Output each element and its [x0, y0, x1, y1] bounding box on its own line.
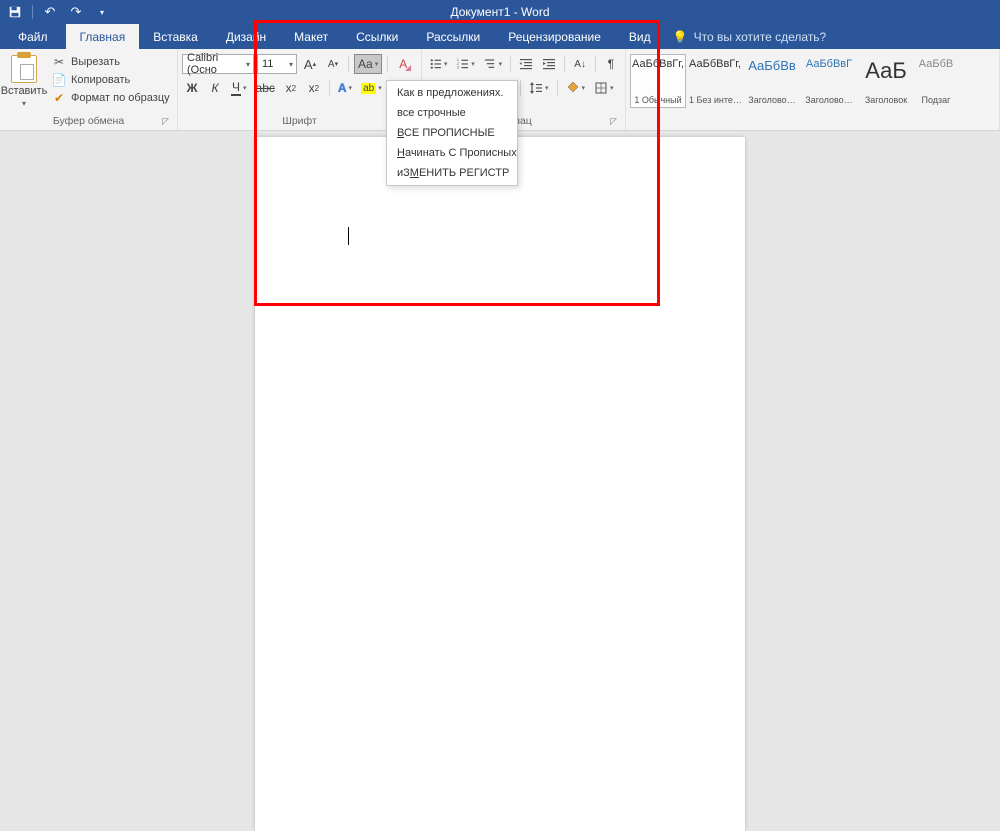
dialog-launcher-icon[interactable]: ◸ — [610, 116, 617, 127]
line-spacing-button[interactable] — [526, 78, 552, 98]
save-icon[interactable] — [6, 3, 24, 21]
style-heading2[interactable]: АаБбВвГЗаголово… — [801, 54, 857, 108]
group-label-styles — [630, 125, 995, 130]
tab-home[interactable]: Главная — [66, 24, 140, 49]
grow-font-button[interactable]: A▴ — [300, 54, 320, 74]
separator — [510, 56, 511, 72]
copy-button[interactable]: 📄 Копировать — [48, 72, 174, 88]
paste-label: Вставить — [1, 85, 48, 97]
copy-icon: 📄 — [52, 73, 66, 87]
separator — [387, 56, 388, 72]
separator — [595, 56, 596, 72]
style-no-spacing[interactable]: АаБбВвГг,1 Без инте… — [687, 54, 743, 108]
menu-sentence-case[interactable]: Как в предложениях. — [387, 83, 517, 103]
paste-icon — [11, 55, 37, 83]
cut-label: Вырезать — [71, 56, 120, 68]
font-name-combo[interactable]: Calibri (Осно — [182, 54, 254, 74]
group-clipboard: Вставить ▾ ✂ Вырезать 📄 Копировать ✔ Формат… — [0, 49, 178, 130]
increase-indent-button[interactable] — [539, 54, 559, 74]
copy-label: Копировать — [71, 74, 130, 86]
undo-icon[interactable]: ↶ — [41, 3, 59, 21]
menu-lowercase[interactable]: все строчные — [387, 103, 517, 123]
change-case-button[interactable]: Aa — [354, 54, 382, 74]
cut-button[interactable]: ✂ Вырезать — [48, 54, 174, 70]
redo-icon[interactable]: ↷ — [67, 3, 85, 21]
decrease-indent-button[interactable] — [516, 54, 536, 74]
strikethrough-button[interactable]: abc — [253, 78, 278, 98]
show-marks-button[interactable]: ¶ — [601, 54, 621, 74]
dialog-launcher-icon[interactable]: ◸ — [162, 116, 169, 127]
style-heading1[interactable]: АаБбВвЗаголово… — [744, 54, 800, 108]
separator — [32, 5, 33, 19]
text-cursor — [348, 227, 349, 245]
separator — [329, 80, 330, 96]
style-subtitle[interactable]: АаБбВПодзаг — [915, 54, 957, 108]
format-painter-button[interactable]: ✔ Формат по образцу — [48, 90, 174, 106]
tell-me[interactable]: 💡 Что вы хотите сделать? — [665, 24, 827, 49]
text-effects-button[interactable]: A — [335, 78, 355, 98]
format-painter-label: Формат по образцу — [71, 92, 170, 104]
separator — [564, 56, 565, 72]
separator — [520, 80, 521, 96]
document-area — [0, 131, 1000, 831]
tab-view[interactable]: Вид — [615, 24, 665, 49]
multilevel-list-button[interactable] — [481, 54, 505, 74]
tab-file[interactable]: Файл — [0, 24, 66, 49]
sort-button[interactable]: A↓ — [570, 54, 590, 74]
separator — [557, 80, 558, 96]
group-styles: АаБбВвГг,1 Обычный АаБбВвГг,1 Без инте… … — [626, 49, 1000, 130]
underline-button[interactable]: Ч — [228, 78, 250, 98]
bulb-icon: 💡 — [673, 30, 688, 44]
styles-gallery: АаБбВвГг,1 Обычный АаБбВвГг,1 Без инте… … — [630, 51, 995, 108]
chevron-down-icon: ▾ — [22, 99, 26, 108]
change-case-menu: Как в предложениях. все строчные ВСЕ ПРО… — [386, 80, 518, 186]
brush-icon: ✔ — [52, 91, 66, 105]
ribbon-tabs: Файл Главная Вставка Дизайн Макет Ссылки… — [0, 24, 1000, 49]
group-label-font: Шрифт◸ — [182, 113, 417, 130]
tell-me-text: Что вы хотите сделать? — [694, 30, 827, 44]
subscript-button[interactable]: x2 — [281, 78, 301, 98]
numbering-button[interactable]: 123 — [453, 54, 477, 74]
separator — [348, 56, 349, 72]
style-normal[interactable]: АаБбВвГг,1 Обычный — [630, 54, 686, 108]
quick-access-toolbar: ↶ ↷ ▾ — [0, 3, 117, 21]
bold-button[interactable]: Ж — [182, 78, 202, 98]
clear-formatting-button[interactable]: A◢ — [393, 54, 413, 74]
page[interactable] — [255, 137, 745, 831]
menu-toggle-case[interactable]: иЗМЕНИТЬ РЕГИСТР — [387, 163, 517, 183]
tab-references[interactable]: Ссылки — [342, 24, 412, 49]
svg-text:3: 3 — [457, 66, 459, 70]
qat-dropdown-icon[interactable]: ▾ — [93, 3, 111, 21]
tab-design[interactable]: Дизайн — [212, 24, 280, 49]
italic-button[interactable]: К — [205, 78, 225, 98]
window-title: Документ1 - Word — [0, 5, 1000, 19]
tab-review[interactable]: Рецензирование — [494, 24, 615, 49]
menu-uppercase[interactable]: ВСЕ ПРОПИСНЫЕ — [387, 123, 517, 143]
borders-button[interactable] — [591, 78, 617, 98]
scissors-icon: ✂ — [52, 55, 66, 69]
tab-mailings[interactable]: Рассылки — [412, 24, 494, 49]
menu-capitalize-each[interactable]: Начинать С Прописных — [387, 143, 517, 163]
title-bar: ↶ ↷ ▾ Документ1 - Word — [0, 0, 1000, 24]
paste-button[interactable]: Вставить ▾ — [4, 51, 44, 108]
font-size-combo[interactable]: 11 — [257, 54, 297, 74]
shading-button[interactable] — [563, 78, 589, 98]
style-title[interactable]: АаБЗаголовок — [858, 54, 914, 108]
bullets-button[interactable] — [426, 54, 450, 74]
tab-insert[interactable]: Вставка — [139, 24, 212, 49]
group-label-clipboard: Буфер обмена◸ — [4, 113, 173, 130]
superscript-button[interactable]: x2 — [304, 78, 324, 98]
tab-layout[interactable]: Макет — [280, 24, 342, 49]
shrink-font-button[interactable]: A▾ — [323, 54, 343, 74]
highlight-button[interactable]: ab — [358, 78, 385, 98]
